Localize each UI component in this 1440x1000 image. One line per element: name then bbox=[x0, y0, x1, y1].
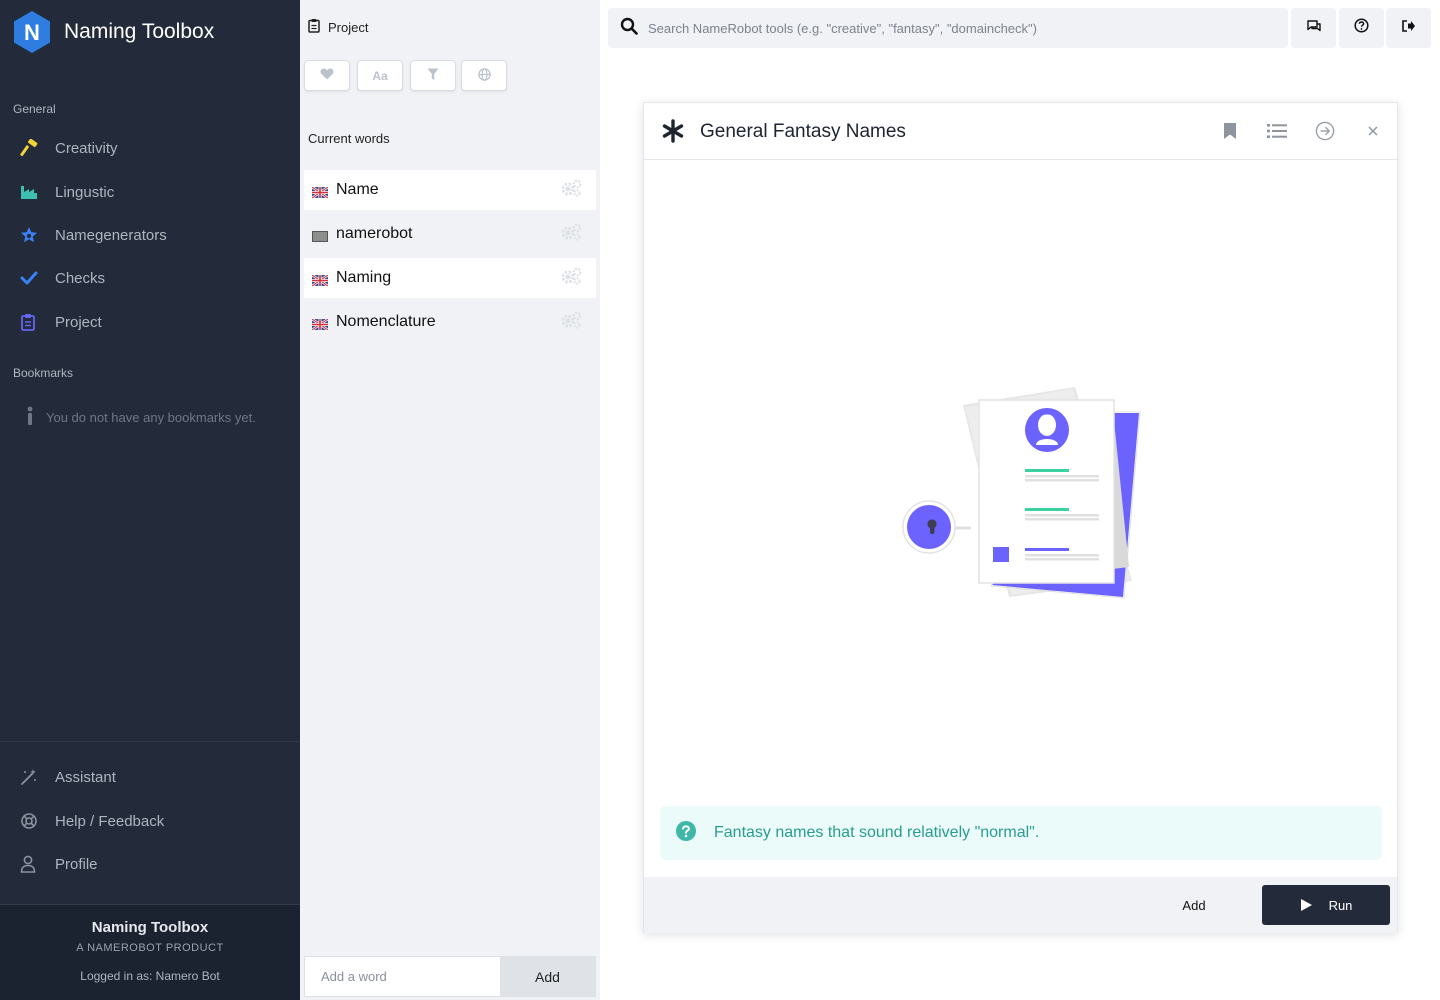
nav-item-help-feedback[interactable]: Help / Feedback bbox=[20, 804, 280, 838]
nav-label: Lingustic bbox=[55, 183, 115, 201]
uk-flag-icon bbox=[311, 317, 329, 331]
clipboard-icon bbox=[20, 312, 46, 332]
close-icon[interactable] bbox=[1361, 119, 1385, 143]
uk-flag-icon bbox=[311, 185, 329, 199]
play-icon bbox=[1300, 899, 1312, 911]
question-circle-icon bbox=[676, 820, 696, 846]
nav-item-assistant[interactable]: Assistant bbox=[20, 760, 280, 794]
nav-item-project[interactable]: Project bbox=[20, 305, 280, 339]
star-gear-icon bbox=[20, 225, 46, 245]
profile-documents-illustration bbox=[899, 383, 1144, 608]
footer-title: Naming Toolbox bbox=[91, 919, 209, 936]
nav-label: Creativity bbox=[55, 139, 118, 157]
gears-icon[interactable] bbox=[560, 223, 582, 246]
nav-label: Checks bbox=[55, 269, 106, 287]
user-icon bbox=[20, 854, 46, 874]
gears-icon[interactable] bbox=[560, 267, 582, 290]
search-bar bbox=[608, 8, 1288, 48]
chat-icon bbox=[1306, 19, 1322, 38]
tool-description: Fantasy names that sound relatively "nor… bbox=[714, 824, 1040, 841]
globe-icon bbox=[477, 67, 491, 84]
add-button[interactable]: Add bbox=[1154, 885, 1234, 925]
nav-item-profile[interactable]: Profile bbox=[20, 847, 280, 881]
uk-flag-icon bbox=[311, 273, 329, 287]
asterisk-icon bbox=[662, 119, 684, 148]
neutral-flag-icon bbox=[312, 229, 328, 242]
help-button[interactable] bbox=[1339, 8, 1384, 48]
word-row[interactable]: namerobot bbox=[304, 214, 596, 254]
tool-card-footer: Add Run bbox=[644, 877, 1397, 933]
nav-item-creativity[interactable]: Creativity bbox=[20, 131, 280, 165]
factory-icon bbox=[20, 182, 46, 202]
gears-icon[interactable] bbox=[560, 311, 582, 334]
arrow-circle-right-icon[interactable] bbox=[1313, 119, 1337, 143]
gears-icon[interactable] bbox=[560, 179, 582, 202]
nav-item-lingustic[interactable]: Lingustic bbox=[20, 175, 280, 209]
word-text: Nomenclature bbox=[336, 313, 436, 330]
brand-logo: N bbox=[12, 10, 52, 54]
chat-button[interactable] bbox=[1291, 8, 1336, 48]
bookmark-icon[interactable] bbox=[1218, 119, 1242, 143]
word-row[interactable]: Nomenclature bbox=[304, 302, 596, 342]
footer-subtitle: A NAMEROBOT PRODUCT bbox=[76, 942, 224, 954]
tool-card-header: General Fantasy Names bbox=[644, 103, 1397, 160]
tool-description-box: Fantasy names that sound relatively "nor… bbox=[660, 806, 1382, 860]
language-button[interactable] bbox=[461, 60, 507, 91]
section-label-bookmarks: Bookmarks bbox=[13, 366, 74, 380]
add-word-button[interactable]: Add bbox=[500, 957, 595, 996]
word-text: namerobot bbox=[336, 225, 413, 242]
project-panel: Project Aa Current words Name namerobot bbox=[300, 0, 600, 1000]
bookmarks-empty-message: You do not have any bookmarks yet. bbox=[26, 406, 256, 429]
nav-label: Assistant bbox=[55, 768, 116, 786]
search-input[interactable] bbox=[648, 9, 1288, 47]
current-words-label: Current words bbox=[308, 131, 390, 146]
project-header: Project bbox=[308, 18, 368, 36]
magic-wand-icon bbox=[20, 767, 46, 787]
clipboard-icon bbox=[308, 18, 320, 36]
nav-label: Help / Feedback bbox=[55, 812, 165, 830]
run-label: Run bbox=[1328, 897, 1353, 913]
sidebar: N Naming Toolbox General Creativity Ling… bbox=[0, 0, 300, 1000]
svg-text:N: N bbox=[24, 20, 40, 45]
tool-card: General Fantasy Names Fantasy names that… bbox=[643, 102, 1398, 933]
nav-label: Project bbox=[55, 313, 102, 331]
filter-icon bbox=[427, 68, 439, 84]
add-word-form: Add bbox=[304, 956, 596, 997]
tool-title: General Fantasy Names bbox=[700, 121, 906, 142]
word-row[interactable]: Name bbox=[304, 170, 596, 210]
nav-label: Profile bbox=[55, 855, 98, 873]
nav-item-namegenerators[interactable]: Namegenerators bbox=[20, 218, 280, 252]
heart-icon bbox=[320, 68, 334, 83]
project-title: Project bbox=[328, 19, 369, 35]
run-button[interactable]: Run bbox=[1262, 885, 1390, 925]
brand[interactable]: N Naming Toolbox bbox=[12, 10, 214, 54]
app-title: Naming Toolbox bbox=[64, 20, 215, 43]
logout-icon bbox=[1401, 19, 1416, 38]
nav-item-checks[interactable]: Checks bbox=[20, 261, 280, 295]
hammer-icon bbox=[20, 138, 46, 158]
word-row[interactable]: Naming bbox=[304, 258, 596, 298]
divider bbox=[0, 741, 300, 742]
word-text: Naming bbox=[336, 269, 392, 286]
word-text: Name bbox=[336, 181, 379, 198]
info-icon bbox=[26, 406, 38, 429]
check-icon bbox=[20, 268, 46, 288]
filter-button[interactable] bbox=[410, 60, 456, 91]
section-label-general: General bbox=[13, 102, 56, 116]
favorites-filter-button[interactable] bbox=[304, 60, 350, 91]
help-icon bbox=[1354, 18, 1369, 38]
add-word-input[interactable] bbox=[305, 957, 500, 996]
list-icon[interactable] bbox=[1265, 119, 1289, 143]
font-case-icon: Aa bbox=[372, 68, 388, 83]
lifebuoy-icon bbox=[20, 811, 46, 831]
search-icon bbox=[620, 17, 638, 40]
sidebar-footer: Naming Toolbox A NAMEROBOT PRODUCT Logge… bbox=[0, 904, 300, 1000]
bookmarks-empty-text: You do not have any bookmarks yet. bbox=[46, 410, 256, 425]
logged-in-user: Logged in as: Namero Bot bbox=[80, 969, 220, 983]
nav-label: Namegenerators bbox=[55, 226, 167, 244]
logout-button[interactable] bbox=[1386, 8, 1431, 48]
font-case-button[interactable]: Aa bbox=[357, 60, 403, 91]
